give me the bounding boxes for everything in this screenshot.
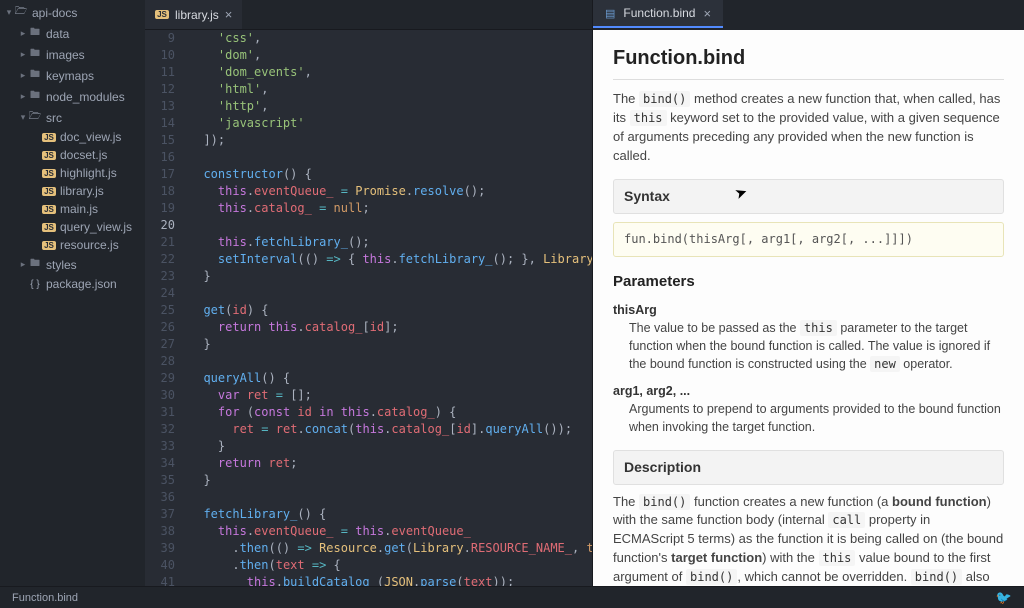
js-icon: JS: [42, 151, 56, 160]
folder-open-icon: 🗁: [14, 4, 28, 21]
status-text: Function.bind: [12, 592, 78, 604]
tree-file[interactable]: JSquery_view.js: [0, 218, 145, 236]
doc-tab-bar: ▤ Function.bind ×: [593, 0, 1024, 30]
tree-file[interactable]: JSresource.js: [0, 236, 145, 254]
parameters-heading: Parameters: [613, 271, 1004, 293]
js-icon: JS: [155, 10, 169, 19]
doc-tab[interactable]: ▤ Function.bind ×: [593, 0, 723, 28]
js-icon: JS: [42, 223, 56, 232]
tree-file[interactable]: { }package.json: [0, 275, 145, 293]
code-content[interactable]: 'css', 'dom', 'dom_events', 'html', 'htt…: [189, 30, 592, 586]
tree-file[interactable]: JSlibrary.js: [0, 182, 145, 200]
syntax-heading: Syntax ➤: [613, 179, 1004, 213]
code-editor[interactable]: 9101112131415161718192021222324252627282…: [145, 30, 592, 586]
book-icon: ▤: [605, 7, 615, 20]
tree-folder[interactable]: ▾🗁api-docs: [0, 2, 145, 23]
tree-file[interactable]: JSmain.js: [0, 200, 145, 218]
tree-folder[interactable]: ▾🗁src: [0, 107, 145, 128]
js-icon: JS: [42, 241, 56, 250]
tab-label: library.js: [175, 8, 219, 22]
tab-label: Function.bind: [623, 6, 695, 20]
doc-content[interactable]: Function.bind The bind() method creates …: [593, 30, 1024, 586]
close-icon[interactable]: ×: [225, 7, 233, 22]
line-gutter: 9101112131415161718192021222324252627282…: [145, 30, 189, 586]
js-icon: JS: [42, 133, 56, 142]
editor-tab-bar: JS library.js ×: [145, 0, 592, 30]
js-icon: JS: [42, 169, 56, 178]
close-icon[interactable]: ×: [703, 6, 711, 21]
editor-tab[interactable]: JS library.js ×: [145, 0, 242, 29]
tree-folder[interactable]: ▸🖿images: [0, 44, 145, 65]
folder-icon: 🖿: [28, 46, 42, 63]
tree-file[interactable]: JSdoc_view.js: [0, 128, 145, 146]
js-icon: JS: [42, 187, 56, 196]
folder-open-icon: 🗁: [28, 109, 42, 126]
doc-intro: The bind() method creates a new function…: [613, 90, 1004, 165]
documentation-pane: ▤ Function.bind × Function.bind The bind…: [592, 0, 1024, 586]
tree-folder[interactable]: ▸🖿styles: [0, 254, 145, 275]
editor-pane: JS library.js × 910111213141516171819202…: [145, 0, 592, 586]
tree-folder[interactable]: ▸🖿data: [0, 23, 145, 44]
tree-folder[interactable]: ▸🖿node_modules: [0, 86, 145, 107]
tree-file[interactable]: JShighlight.js: [0, 164, 145, 182]
file-tree[interactable]: ▾🗁api-docs ▸🖿data ▸🖿images ▸🖿keymaps ▸🖿n…: [0, 0, 145, 586]
folder-icon: 🖿: [28, 67, 42, 84]
folder-icon: 🖿: [28, 256, 42, 273]
status-bar: Function.bind 🐦: [0, 586, 1024, 608]
description-text: The bind() function creates a new functi…: [613, 493, 1004, 586]
status-icon[interactable]: 🐦: [996, 590, 1012, 606]
tree-folder[interactable]: ▸🖿keymaps: [0, 65, 145, 86]
tree-file[interactable]: JSdocset.js: [0, 146, 145, 164]
cursor-icon: ➤: [733, 183, 750, 204]
folder-icon: 🖿: [28, 25, 42, 42]
doc-title: Function.bind: [613, 44, 1004, 80]
syntax-code: fun.bind(thisArg[, arg1[, arg2[, ...]]]): [613, 222, 1004, 257]
folder-icon: 🖿: [28, 88, 42, 105]
parameters-list: thisArg The value to be passed as the th…: [613, 301, 1004, 436]
json-icon: { }: [28, 279, 42, 290]
js-icon: JS: [42, 205, 56, 214]
description-heading: Description: [613, 450, 1004, 484]
